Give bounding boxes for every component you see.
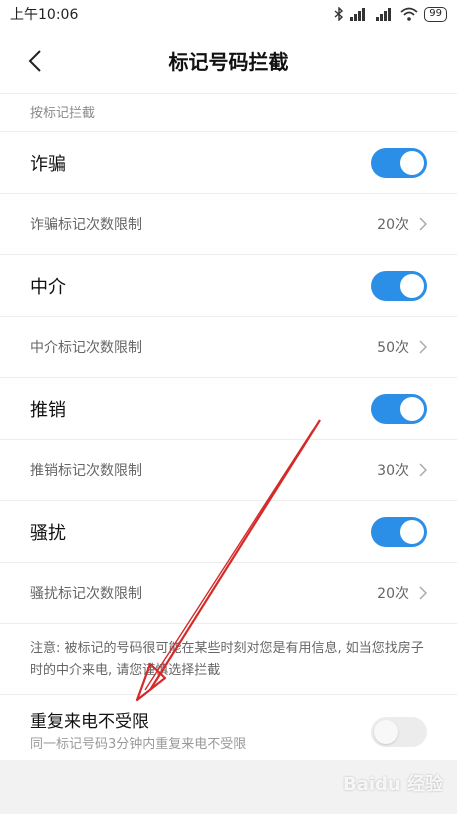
agent-toggle[interactable] [371,270,427,301]
repeat-call-row: 重复来电不受限 同一标记号码3分钟内重复来电不受限 [0,695,457,769]
limit-label: 中介标记次数限制 [30,340,142,356]
category-row-sales: 推销 [0,378,457,440]
section-header: 按标记拦截 [0,94,457,132]
chevron-right-icon [419,340,427,354]
toggle-knob [400,273,424,298]
category-row-harassment: 骚扰 [0,501,457,563]
category-label: 中介 [30,276,66,298]
status-time: 上午10:06 [10,7,79,23]
limit-value: 20次 [377,217,409,233]
limit-label: 诈骗标记次数限制 [30,217,142,233]
limit-label: 推销标记次数限制 [30,463,142,479]
sales-toggle[interactable] [371,393,427,424]
back-button[interactable] [20,46,50,76]
limit-row-sales[interactable]: 推销标记次数限制 30次 [0,440,457,501]
status-bar: 上午10:06 99 [0,0,457,28]
battery-icon: 99 [424,6,447,22]
repeat-call-text: 重复来电不受限 同一标记号码3分钟内重复来电不受限 [30,709,246,755]
repeat-call-toggle[interactable] [371,717,427,747]
limit-row-fraud[interactable]: 诈骗标记次数限制 20次 [0,194,457,255]
limit-value: 30次 [377,463,409,479]
fraud-toggle[interactable] [371,147,427,178]
toggle-knob [400,150,424,175]
category-label: 诈骗 [30,153,66,175]
page-title: 标记号码拦截 [168,50,289,74]
signal-icon [376,8,392,21]
chevron-right-icon [419,463,427,477]
toggle-knob [400,396,424,421]
watermark-logo: Baidu 经验 [342,774,443,795]
limit-value: 20次 [377,586,409,602]
wifi-icon [400,7,418,21]
warning-note: 注意: 被标记的号码很可能在某些时刻对您是有用信息, 如当您找房子时的中介来电,… [0,624,457,695]
category-list: 诈骗 诈骗标记次数限制 20次 中介 中介标记次数限制 50次 推销 推销标记次… [0,132,457,624]
category-label: 推销 [30,399,66,421]
bluetooth-icon [334,7,344,21]
title-bar: 标记号码拦截 [0,28,457,94]
limit-row-harassment[interactable]: 骚扰标记次数限制 20次 [0,563,457,624]
limit-row-agent[interactable]: 中介标记次数限制 50次 [0,317,457,378]
limit-label: 骚扰标记次数限制 [30,586,142,602]
toggle-knob [400,519,424,544]
category-row-agent: 中介 [0,255,457,317]
chevron-left-icon [28,50,41,72]
signal-hd-icon [350,8,366,21]
chevron-right-icon [419,586,427,600]
category-label: 骚扰 [30,522,66,544]
chevron-right-icon [419,217,427,231]
repeat-call-title: 重复来电不受限 [30,712,149,732]
status-icons: 99 [334,6,447,22]
repeat-call-subtitle: 同一标记号码3分钟内重复来电不受限 [30,737,247,752]
limit-value: 50次 [377,340,409,356]
toggle-knob [374,720,398,744]
category-row-fraud: 诈骗 [0,132,457,194]
harassment-toggle[interactable] [371,516,427,547]
